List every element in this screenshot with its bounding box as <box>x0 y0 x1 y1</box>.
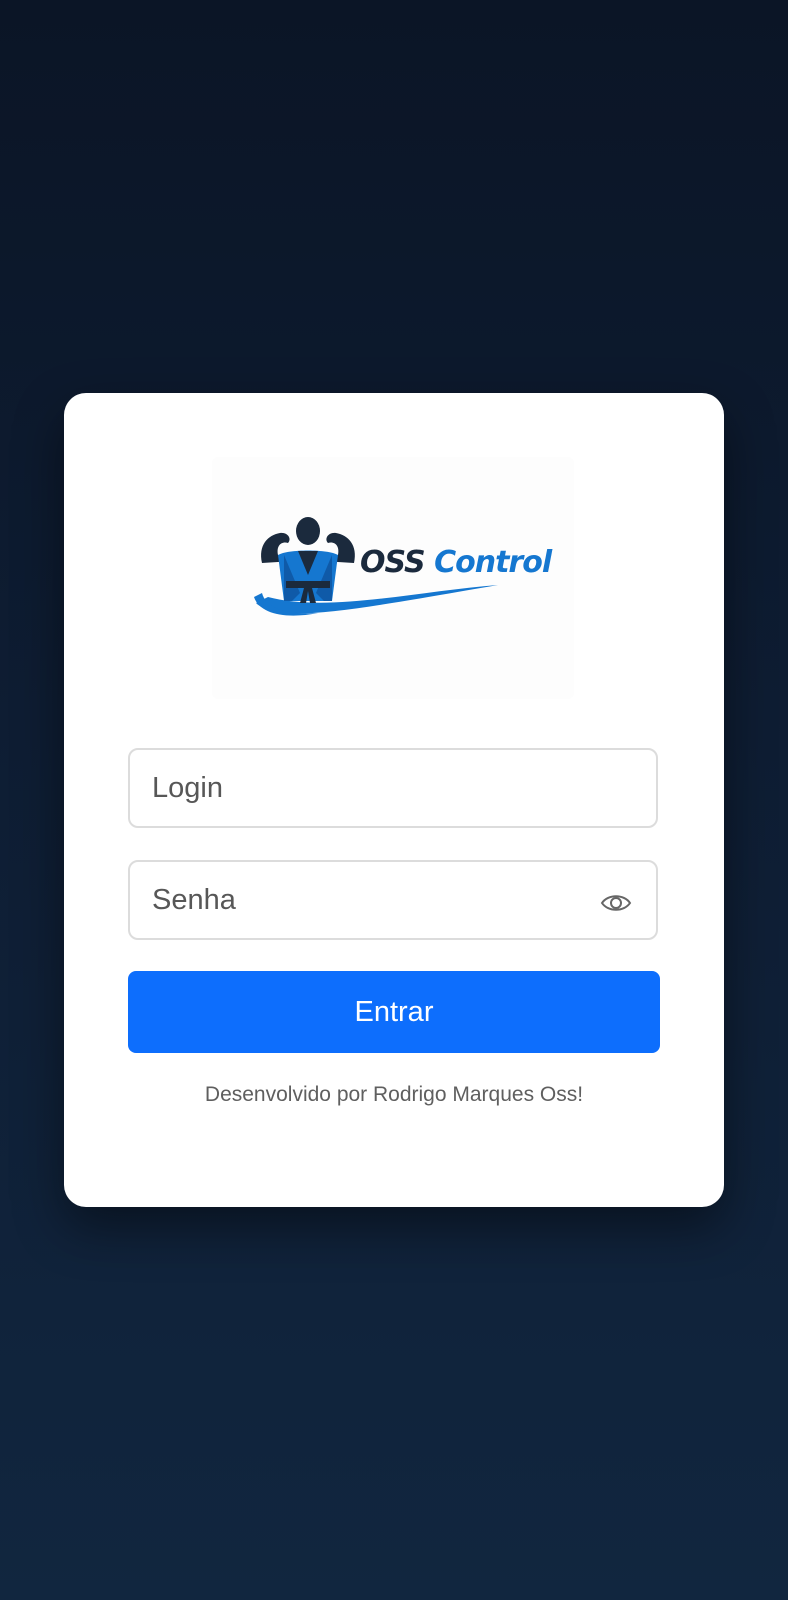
login-placeholder: Login <box>152 772 223 804</box>
password-field[interactable]: Senha <box>128 860 658 940</box>
eye-icon[interactable] <box>600 890 632 916</box>
logo: OSS Control <box>212 457 574 699</box>
password-placeholder: Senha <box>152 884 236 916</box>
logo-wordmark: OSS Control <box>360 545 552 580</box>
login-card: OSS Control Login Senha Entrar Desenvolv… <box>64 393 724 1207</box>
login-field[interactable]: Login <box>128 748 658 828</box>
logo-word-oss: OSS <box>360 545 426 580</box>
submit-button[interactable]: Entrar <box>128 971 660 1053</box>
logo-word-control: Control <box>434 545 552 580</box>
developer-credit: Desenvolvido por Rodrigo Marques Oss! <box>204 1083 584 1106</box>
